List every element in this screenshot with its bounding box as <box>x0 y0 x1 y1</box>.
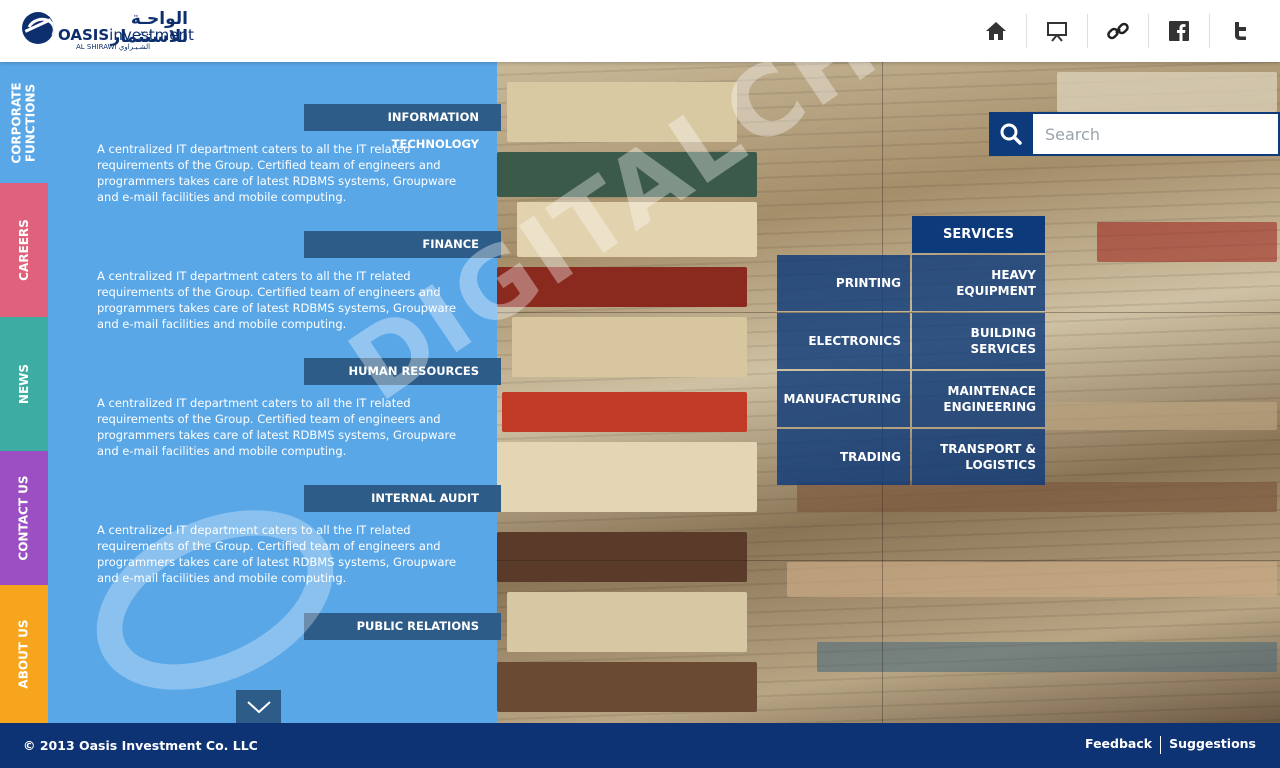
tab-news-label: NEWS <box>17 363 31 405</box>
dept-header-human-resources[interactable]: HUMAN RESOURCES <box>304 358 501 385</box>
side-nav-tabs: CORPORATE FUNCTIONS CAREERS NEWS CONTACT… <box>0 62 48 723</box>
logo-subtitle: AL SHIRAWI الشـيـراوي <box>76 43 151 51</box>
corporate-functions-panel: INFORMATION TECHNOLOGY A centralized IT … <box>48 62 501 723</box>
tab-news[interactable]: NEWS <box>0 317 48 451</box>
service-building-services[interactable]: BUILDING SERVICES <box>912 313 1045 369</box>
service-maintenance-engineering[interactable]: MAINTENACE ENGINEERING <box>912 371 1045 427</box>
site-footer: © 2013 Oasis Investment Co. LLC Feedback… <box>0 723 1280 768</box>
search-input[interactable] <box>1033 112 1280 156</box>
dept-text-information-technology: A centralized IT department caters to al… <box>97 142 457 204</box>
logo-english-name: OASISinvestment <box>58 26 194 44</box>
service-manufacturing[interactable]: MANUFACTURING <box>777 371 910 427</box>
presentation-icon[interactable] <box>1026 14 1087 48</box>
dept-header-finance[interactable]: FINANCE <box>304 231 501 258</box>
home-icon[interactable] <box>965 14 1026 48</box>
footer-links: Feedback Suggestions <box>1085 736 1256 754</box>
suggestions-link[interactable]: Suggestions <box>1169 736 1256 754</box>
twitter-icon[interactable] <box>1209 14 1270 48</box>
service-transport-logistics[interactable]: TRANSPORT & LOGISTICS <box>912 429 1045 485</box>
tab-careers[interactable]: CAREERS <box>0 183 48 317</box>
tab-contact-us-label: CONTACT US <box>17 475 31 561</box>
dept-header-public-relations[interactable]: PUBLIC RELATIONS <box>304 613 501 640</box>
service-printing[interactable]: PRINTING <box>777 255 910 311</box>
tab-about-us-label: ABOUT US <box>17 619 32 689</box>
scroll-down-button[interactable] <box>236 690 281 723</box>
chevron-down-icon <box>246 700 271 713</box>
feedback-link[interactable]: Feedback <box>1085 736 1152 754</box>
copyright-text: © 2013 Oasis Investment Co. LLC <box>23 738 258 753</box>
facebook-icon[interactable] <box>1148 14 1209 48</box>
service-electronics[interactable]: ELECTRONICS <box>777 313 910 369</box>
service-heavy-equipment[interactable]: HEAVY EQUIPMENT <box>912 255 1045 311</box>
search-button[interactable] <box>989 112 1033 156</box>
tab-careers-label: CAREERS <box>17 219 31 281</box>
service-trading[interactable]: TRADING <box>777 429 910 485</box>
tab-contact-us[interactable]: CONTACT US <box>0 451 48 585</box>
dept-text-human-resources: A centralized IT department caters to al… <box>97 396 457 458</box>
services-grid: PRINTING HEAVY EQUIPMENT ELECTRONICS BUI… <box>777 255 1045 485</box>
oasis-logo-mark <box>22 12 54 44</box>
footer-divider <box>1160 736 1162 754</box>
dept-header-internal-audit[interactable]: INTERNAL AUDIT <box>304 485 501 512</box>
link-icon[interactable] <box>1087 14 1148 48</box>
tab-about-us[interactable]: ABOUT US <box>0 585 48 723</box>
dept-header-information-technology[interactable]: INFORMATION TECHNOLOGY <box>304 104 501 151</box>
oasis-logo[interactable]: الواحـة للاستثمار OASISinvestment AL SHI… <box>22 10 194 54</box>
search-bar <box>989 112 1280 156</box>
site-header: الواحـة للاستثمار OASISinvestment AL SHI… <box>0 0 1280 62</box>
dept-text-internal-audit: A centralized IT department caters to al… <box>97 523 457 585</box>
dept-text-finance: A centralized IT department caters to al… <box>97 269 457 331</box>
tab-corporate-functions[interactable]: CORPORATE FUNCTIONS <box>0 62 48 183</box>
search-icon <box>1000 123 1022 145</box>
services-title: SERVICES <box>912 216 1045 253</box>
header-icon-bar <box>965 14 1270 48</box>
tab-corporate-functions-label: CORPORATE FUNCTIONS <box>10 81 39 164</box>
